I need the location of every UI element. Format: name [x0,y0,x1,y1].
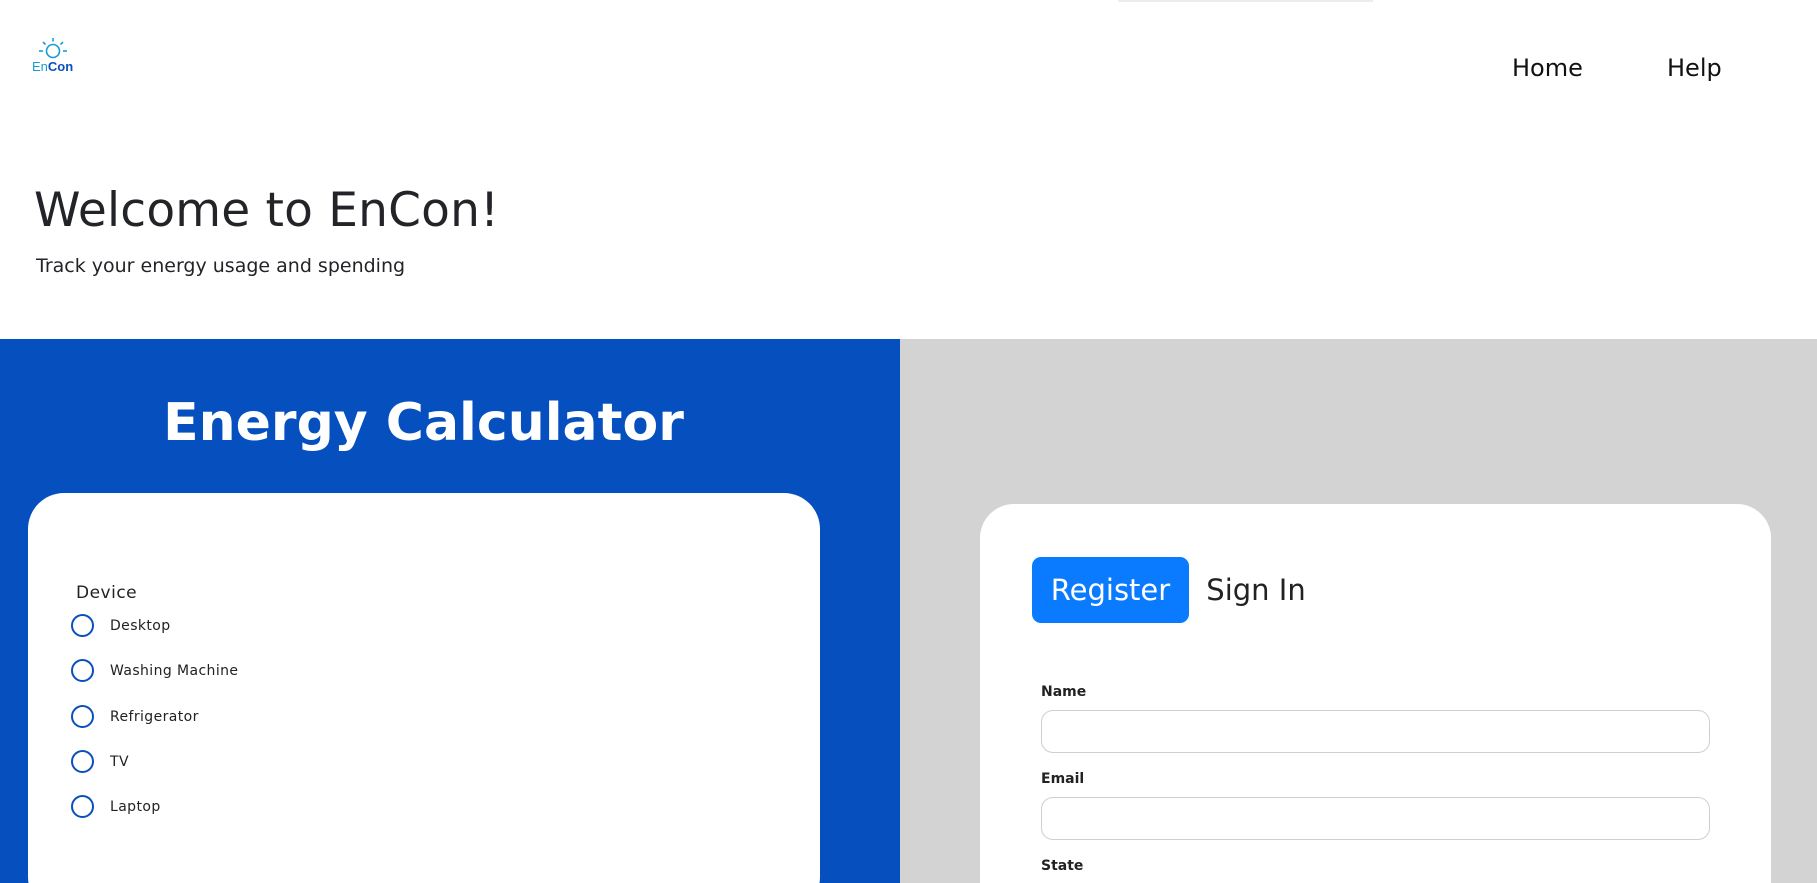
radio-button[interactable] [71,705,94,728]
device-option-desktop[interactable]: Desktop [71,614,171,637]
device-option-label: Desktop [110,617,171,634]
name-field-label: Name [1041,684,1087,700]
device-option-label: Laptop [110,798,161,815]
radio-button[interactable] [71,659,94,682]
energy-calculator-panel: Energy Calculator Device Desktop Washing… [0,339,900,883]
logo[interactable]: EnCon [31,37,81,77]
device-group-label: Device [76,583,138,603]
name-field[interactable] [1041,710,1710,753]
state-field-label: State [1041,858,1084,874]
calculator-title: Energy Calculator [163,393,684,453]
page-title: Welcome to EnCon! [34,183,500,238]
device-option-refrigerator[interactable]: Refrigerator [71,705,199,728]
radio-button[interactable] [71,614,94,637]
auth-card: Register Sign In Name Email State [980,504,1771,883]
email-field-label: Email [1041,771,1085,787]
calculator-card: Device Desktop Washing Machine Refrigera… [28,493,820,883]
logo-text-en: En [32,59,48,74]
device-option-label: Refrigerator [110,708,199,725]
top-divider [1118,0,1373,2]
logo-text-con: Con [47,59,74,74]
nav-help-link[interactable]: Help [1667,54,1722,82]
tab-register[interactable]: Register [1032,557,1189,623]
radio-button[interactable] [71,795,94,818]
page-subtitle: Track your energy usage and spending [36,255,406,277]
logo-text: EnCon [32,59,73,74]
radio-button[interactable] [71,750,94,773]
device-option-label: TV [110,753,129,770]
device-option-tv[interactable]: TV [71,750,129,773]
auth-panel: Register Sign In Name Email State [900,339,1817,883]
email-field[interactable] [1041,797,1710,840]
device-option-label: Washing Machine [110,662,239,679]
device-option-laptop[interactable]: Laptop [71,795,161,818]
tab-sign-in[interactable]: Sign In [1197,557,1315,623]
device-option-washing-machine[interactable]: Washing Machine [71,659,238,682]
nav-home-link[interactable]: Home [1512,54,1583,82]
